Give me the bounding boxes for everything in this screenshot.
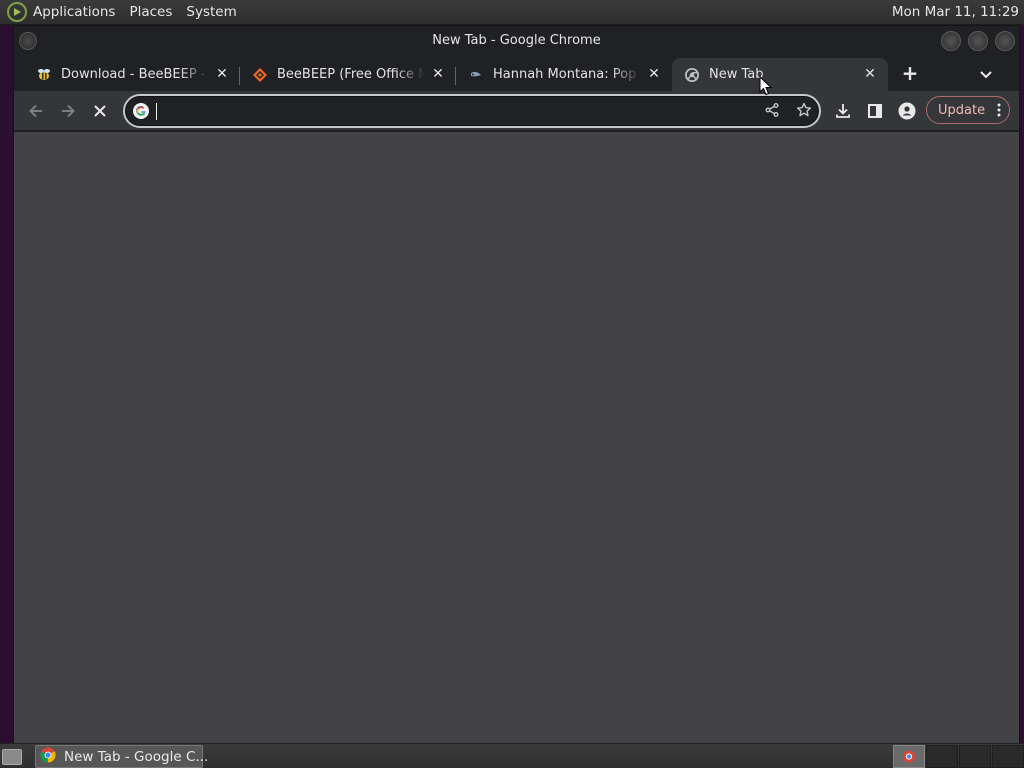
update-button[interactable]: Update bbox=[926, 96, 1010, 124]
maximize-button[interactable] bbox=[968, 31, 988, 51]
close-tab-icon[interactable]: ✕ bbox=[430, 66, 446, 82]
sourceforge-icon bbox=[252, 67, 268, 83]
menu-places[interactable]: Places bbox=[129, 4, 172, 20]
chrome-window: New Tab - Google Chrome Download - BeeBE… bbox=[13, 25, 1020, 744]
share-icon[interactable] bbox=[764, 102, 782, 120]
tab-title: Download - BeeBEEP - Free Office Messeng… bbox=[61, 67, 209, 82]
tab-strip: Download - BeeBEEP - Free Office Messeng… bbox=[14, 56, 1019, 91]
close-tab-icon[interactable]: ✕ bbox=[214, 66, 230, 82]
forward-arrow-icon[interactable] bbox=[56, 99, 80, 123]
taskbar-item-chrome[interactable]: New Tab - Google C... bbox=[35, 745, 208, 768]
clock[interactable]: Mon Mar 11, 11:29 bbox=[892, 4, 1019, 20]
workspace-1[interactable] bbox=[893, 745, 925, 768]
chrome-icon bbox=[40, 747, 56, 767]
window-menu-button[interactable] bbox=[19, 32, 37, 50]
close-tab-icon[interactable]: ✕ bbox=[646, 66, 662, 82]
address-bar[interactable] bbox=[123, 94, 821, 128]
window-title: New Tab - Google Chrome bbox=[432, 33, 601, 48]
workspace-4[interactable] bbox=[992, 745, 1024, 768]
distro-logo-icon[interactable] bbox=[7, 2, 27, 22]
tab-title: New Tab bbox=[709, 67, 764, 82]
tab-hannah-montana[interactable]: Hannah Montana: Pop Star ✕ bbox=[456, 58, 672, 91]
download-icon[interactable] bbox=[831, 99, 855, 123]
google-g-icon bbox=[133, 103, 149, 119]
page-content-area bbox=[14, 132, 1019, 744]
menu-system[interactable]: System bbox=[186, 4, 236, 20]
close-tab-icon[interactable]: ✕ bbox=[862, 66, 878, 82]
new-tab-plus-icon[interactable]: + bbox=[900, 63, 920, 84]
back-arrow-icon[interactable] bbox=[24, 99, 48, 123]
workspace-2[interactable] bbox=[926, 745, 958, 768]
bookmark-star-icon[interactable] bbox=[796, 102, 814, 120]
show-desktop-icon[interactable] bbox=[2, 749, 22, 765]
browser-toolbar: Update bbox=[14, 91, 1019, 131]
chevron-down-icon[interactable] bbox=[976, 64, 996, 84]
stop-loading-icon[interactable] bbox=[88, 99, 112, 123]
tab-beebeep-sourceforge[interactable]: BeeBEEP (Free Office Messenger) ✕ bbox=[240, 58, 456, 91]
bottom-taskbar: New Tab - Google C... bbox=[0, 743, 1024, 768]
side-panel-icon[interactable] bbox=[863, 99, 887, 123]
address-input[interactable] bbox=[155, 101, 755, 121]
text-caret bbox=[156, 103, 157, 120]
more-vertical-icon[interactable] bbox=[997, 103, 1001, 117]
window-titlebar[interactable]: New Tab - Google Chrome bbox=[14, 26, 1019, 56]
tab-new-tab[interactable]: New Tab ✕ bbox=[672, 58, 888, 91]
profile-avatar-icon[interactable] bbox=[895, 99, 919, 123]
tab-title: Hannah Montana: Pop Star bbox=[493, 67, 641, 82]
minimize-button[interactable] bbox=[941, 31, 961, 51]
taskbar-item-label: New Tab - Google C... bbox=[64, 748, 209, 765]
menu-applications[interactable]: Applications bbox=[33, 4, 115, 20]
top-panel: Applications Places System Mon Mar 11, 1… bbox=[0, 0, 1024, 25]
bee-icon bbox=[36, 67, 52, 83]
mouse-pointer-icon bbox=[759, 75, 773, 96]
chrome-icon bbox=[684, 67, 700, 83]
workspace-3[interactable] bbox=[959, 745, 991, 768]
tab-title: BeeBEEP (Free Office Messenger) bbox=[277, 67, 425, 82]
site-icon bbox=[468, 67, 484, 83]
close-window-button[interactable] bbox=[995, 31, 1015, 51]
update-label: Update bbox=[938, 102, 986, 118]
tab-beebeep-download[interactable]: Download - BeeBEEP - Free Office Messeng… bbox=[24, 58, 240, 91]
